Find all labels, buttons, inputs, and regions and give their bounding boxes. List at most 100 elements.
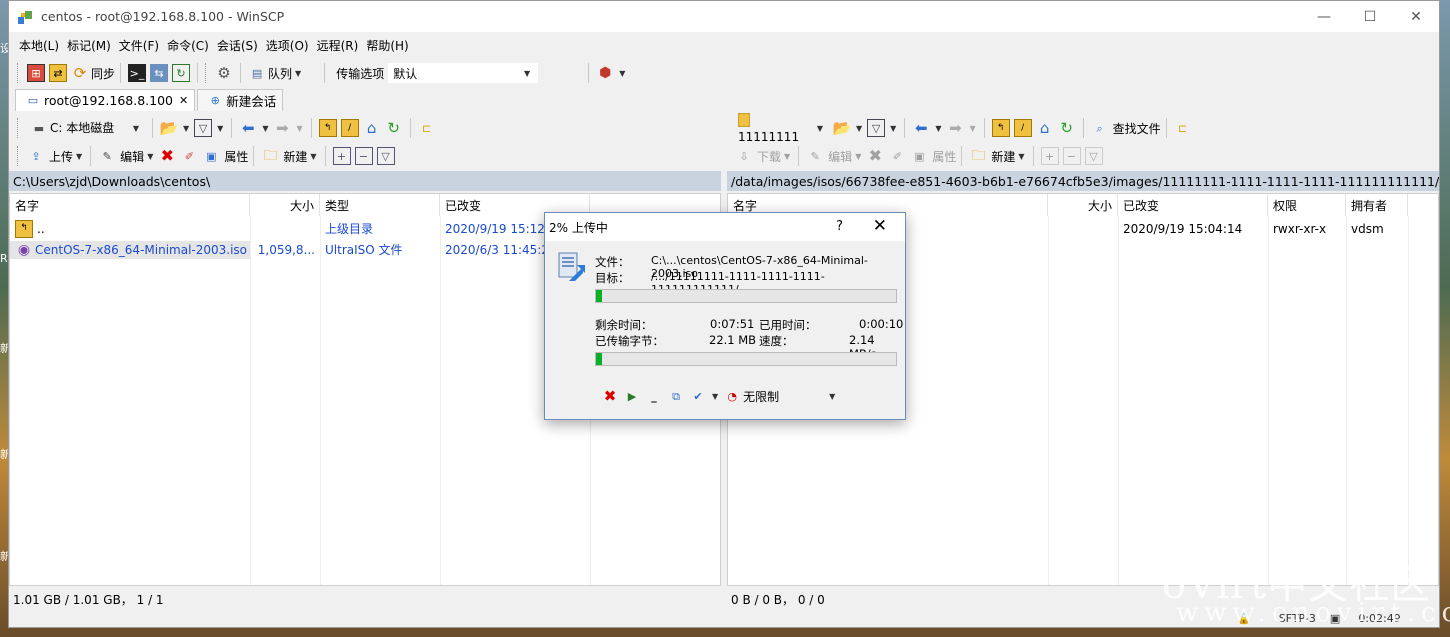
find-files-icon[interactable]: ⌕ [1091,119,1109,137]
menu-mark[interactable]: 标记(M) [63,37,115,54]
filter-icon[interactable]: ▽ [194,119,213,137]
column-type[interactable]: 类型 [320,194,440,216]
new-folder-icon[interactable]: 🗀 [261,147,279,165]
delete-icon[interactable]: ✖ [158,147,176,165]
refresh-icon[interactable]: ↻ [172,64,191,82]
back-dropdown-arrow[interactable]: ▼ [262,124,268,133]
tree-icon[interactable]: ⊏ [1174,119,1192,137]
back-dropdown-arrow[interactable]: ▼ [935,124,941,133]
back-arrow-icon[interactable]: ⬅ [912,119,930,137]
console-icon[interactable]: >_ [128,64,147,82]
find-files-button[interactable]: 查找文件 [1113,120,1161,137]
remote-directory-select[interactable]: 11111111 ▼ [733,112,831,144]
putty-icon[interactable]: ⇆ [150,64,169,82]
menu-session[interactable]: 会话(S) [213,37,262,54]
new-dropdown-arrow[interactable]: ▼ [1018,152,1024,161]
download-dropdown-arrow[interactable]: ▼ [784,152,790,161]
local-drive-select[interactable]: ▬ C: 本地磁盘 ▼ [25,118,147,138]
close-dialog-button[interactable]: ✕ [873,216,887,236]
properties-icon[interactable]: ▣ [202,147,220,165]
parent-directory-icon[interactable]: ↰ [318,119,337,137]
upload-icon[interactable]: ⇪ [27,147,45,165]
column-rights[interactable]: 权限 [1268,194,1346,216]
minimize-button[interactable]: — [1301,1,1347,32]
open-folder-icon[interactable]: 📂 [160,119,179,137]
expand-all-icon[interactable]: + [332,147,351,165]
session-color-icon[interactable]: ⬢ [596,64,614,82]
root-directory-icon[interactable]: / [1013,119,1032,137]
menu-options[interactable]: 选项(O) [262,37,313,54]
tree-icon[interactable]: ⊏ [418,119,436,137]
left-path-bar[interactable]: C:\Users\zjd\Downloads\centos\ [9,171,721,191]
menu-commands[interactable]: 命令(C) [163,37,213,54]
rename-icon[interactable]: ✐ [888,147,906,165]
open-dropdown-arrow[interactable]: ▼ [856,124,862,133]
new-button[interactable]: 新建 [991,148,1015,165]
preferences-gear-icon[interactable]: ⚙ [215,64,233,82]
edit-pencil-icon[interactable]: ✎ [806,147,824,165]
filter-dropdown-arrow[interactable]: ▼ [217,124,223,133]
right-path-bar[interactable]: /data/images/isos/66738fee-e851-4603-b6b… [727,171,1439,191]
menu-local[interactable]: 本地(L) [15,37,63,54]
select-filter-icon[interactable]: ▽ [376,147,395,165]
copy-icon[interactable]: ⧉ [667,387,685,405]
open-dropdown-arrow[interactable]: ▼ [183,124,189,133]
menu-remote[interactable]: 远程(R) [313,37,363,54]
home-icon[interactable]: ⌂ [1036,119,1054,137]
properties-button[interactable]: 属性 [932,148,956,165]
tab-session-root[interactable]: ▭ root@192.168.8.100 ✕ [15,89,196,111]
close-tab-icon[interactable]: ✕ [179,94,188,107]
properties-button[interactable]: 属性 [224,148,248,165]
new-dropdown-arrow[interactable]: ▼ [310,152,316,161]
cancel-transfer-icon[interactable]: ✖ [601,387,619,405]
maximize-button[interactable]: ☐ [1347,1,1393,32]
back-arrow-icon[interactable]: ⬅ [239,119,257,137]
move-to-queue-icon[interactable]: ▶ [623,387,641,405]
select-filter-icon[interactable]: ▽ [1084,147,1103,165]
sync-icon[interactable]: ⟳ [71,64,89,82]
edit-pencil-icon[interactable]: ✎ [98,147,116,165]
refresh-icon[interactable]: ↻ [1058,119,1076,137]
session-dropdown-arrow[interactable]: ▼ [619,69,625,78]
properties-icon[interactable]: ▣ [910,147,928,165]
column-name[interactable]: 名字 ^ [10,194,250,216]
new-folder-icon[interactable]: 🗀 [969,147,987,165]
menu-help[interactable]: 帮助(H) [362,37,412,54]
edit-dropdown-arrow[interactable]: ▼ [147,152,153,161]
upload-button[interactable]: 上传 [49,148,73,165]
on-completion-icon[interactable]: ✔ [689,387,707,405]
synchronize-browsing-icon[interactable]: ⇄ [49,64,67,82]
transfer-preset-select[interactable]: 默认 ▼ [388,63,539,83]
queue-icon[interactable]: ▤ [248,64,266,82]
collapse-all-icon[interactable]: − [354,147,373,165]
edit-dropdown-arrow[interactable]: ▼ [855,152,861,161]
delete-icon[interactable]: ✖ [866,147,884,165]
speed-limit-value[interactable]: 无限制 [743,388,779,405]
edit-button[interactable]: 编辑 [120,148,144,165]
forward-dropdown-arrow[interactable]: ▼ [296,124,302,133]
refresh-icon[interactable]: ↻ [385,119,403,137]
tab-new-session[interactable]: ⊕ 新建会话 [197,89,284,111]
root-directory-icon[interactable]: / [340,119,359,137]
minimize-icon[interactable]: _ [645,387,663,405]
edit-button[interactable]: 编辑 [828,148,852,165]
close-window-button[interactable]: ✕ [1393,1,1439,32]
open-folder-icon[interactable]: 📂 [833,119,852,137]
download-icon[interactable]: ⇩ [735,147,753,165]
expand-all-icon[interactable]: + [1040,147,1059,165]
forward-arrow-icon[interactable]: ➡ [273,119,291,137]
on-completion-dropdown-arrow[interactable]: ▼ [712,392,718,401]
forward-dropdown-arrow[interactable]: ▼ [969,124,975,133]
filter-icon[interactable]: ▽ [867,119,886,137]
help-button[interactable]: ? [836,219,843,234]
rename-icon[interactable]: ✐ [180,147,198,165]
home-icon[interactable]: ⌂ [363,119,381,137]
column-changed[interactable]: 已改变 [1118,194,1268,216]
sync-label[interactable]: 同步 [91,65,115,82]
column-size[interactable]: 大小 [1048,194,1118,216]
download-button[interactable]: 下载 [757,148,781,165]
filter-dropdown-arrow[interactable]: ▼ [890,124,896,133]
upload-dropdown-arrow[interactable]: ▼ [76,152,82,161]
menu-files[interactable]: 文件(F) [115,37,163,54]
column-size[interactable]: 大小 [250,194,320,216]
